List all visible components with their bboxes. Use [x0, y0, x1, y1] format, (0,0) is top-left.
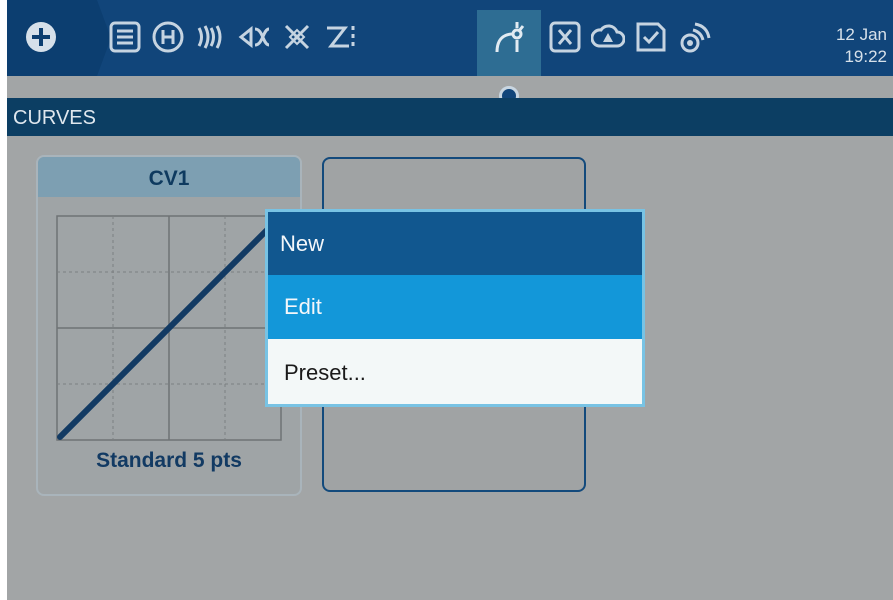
- date-time: 12 Jan 19:22: [836, 24, 887, 68]
- helicopter-mode-icon[interactable]: [151, 20, 185, 54]
- curve-card-cv1[interactable]: CV1 Standard 5 pts: [36, 155, 302, 496]
- context-menu: New Edit Preset...: [265, 209, 645, 407]
- telemetry-cloud-icon[interactable]: [591, 20, 625, 54]
- mixer-waves-icon[interactable]: [194, 20, 228, 54]
- home-button[interactable]: [7, 0, 111, 76]
- curve-graph: [56, 215, 282, 441]
- curves-icon[interactable]: [493, 20, 527, 54]
- menu-item-edit[interactable]: Edit: [268, 275, 642, 339]
- curve-card-subtitle: Standard 5 pts: [96, 449, 242, 472]
- menu-item-preset[interactable]: Preset...: [268, 341, 642, 405]
- sound-eye-icon[interactable]: [677, 20, 711, 54]
- menu-header-new: New: [268, 212, 642, 275]
- page-title: CURVES: [13, 107, 96, 129]
- checklist-icon[interactable]: [634, 20, 668, 54]
- page-title-bar: CURVES: [7, 98, 893, 136]
- variables-icon[interactable]: [548, 20, 582, 54]
- date-label: 12 Jan: [835, 25, 887, 44]
- curve-card-title: CV1: [38, 157, 300, 197]
- screen: 12 Jan 19:22 CURVES CV1 Standard 5 pts N…: [7, 0, 893, 600]
- home-plus-icon: [26, 22, 56, 52]
- top-toolbar: 12 Jan 19:22: [7, 0, 893, 106]
- cross-logic-icon[interactable]: [280, 20, 314, 54]
- trainer-icon[interactable]: [323, 20, 357, 54]
- input-mix-icon[interactable]: [237, 20, 271, 54]
- list-icon[interactable]: [108, 20, 142, 54]
- time-label: 19:22: [844, 47, 887, 66]
